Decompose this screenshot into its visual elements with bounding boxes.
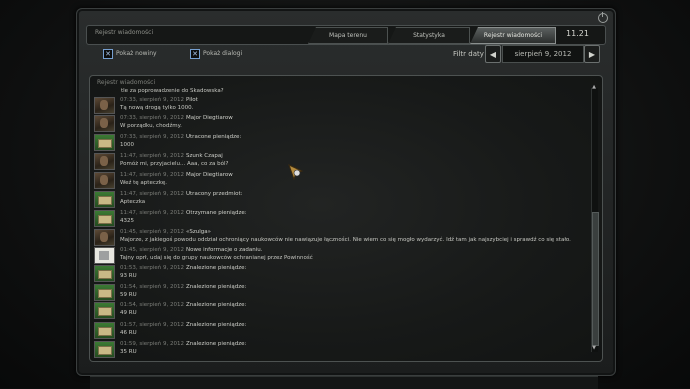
log-entry-sender: Znalezione pieniądze:	[186, 284, 247, 290]
log-entry-time: 11:47, sierpień 9, 2012	[120, 191, 185, 197]
log-entry-time: 01:54, sierpień 9, 2012	[120, 302, 185, 308]
character-portrait-icon	[94, 153, 115, 170]
log-entry-time: 07:33, sierpień 9, 2012	[120, 134, 185, 140]
show-dialogs-checkbox[interactable]: ✕	[190, 49, 200, 59]
log-entry-time: 01:59, sierpień 9, 2012	[120, 341, 185, 347]
log-entry-text: Tą nową drogą tylko 1000.	[120, 105, 194, 111]
log-entry-time: 11:47, sierpień 9, 2012	[120, 210, 185, 216]
money-icon	[94, 210, 115, 227]
log-entry-sender: Znalezione pieniądze:	[186, 322, 247, 328]
log-entry-text: 35 RU	[120, 349, 137, 355]
character-portrait-icon	[94, 172, 115, 189]
log-entry-sender: Nowe informacje o zadaniu.	[186, 247, 263, 253]
task-note-icon	[94, 247, 115, 264]
log-entry-text: 46 RU	[120, 330, 137, 336]
money-icon	[94, 284, 115, 301]
log-entry-time: 01:45, sierpień 9, 2012	[120, 247, 185, 253]
log-entry-time: 11:47, sierpień 9, 2012	[120, 153, 185, 159]
log-entry-text: W porządku, chodźmy.	[120, 123, 182, 129]
log-entry-sender: Major Diegtiarow	[186, 172, 233, 178]
log-entry-sender: Otrzymane pieniądze:	[186, 210, 247, 216]
scroll-up-icon[interactable]: ▲	[590, 84, 598, 90]
log-entry-sender: Major Diegtiarow	[186, 115, 233, 121]
mouse-cursor-icon	[288, 164, 304, 180]
character-portrait-icon	[94, 97, 115, 114]
log-entry-text: Weź tę apteczkę.	[120, 180, 168, 186]
money-icon	[94, 322, 115, 339]
log-entry-text: 49 RU	[120, 310, 137, 316]
money-icon	[94, 191, 115, 208]
log-entry-time: 01:53, sierpień 9, 2012	[120, 265, 185, 271]
log-entry-sender: Znalezione pieniądze:	[186, 341, 247, 347]
log-entry-time: 01:54, sierpień 9, 2012	[120, 284, 185, 290]
money-icon	[94, 302, 115, 319]
show-news-label: Pokaż nowiny	[116, 50, 157, 57]
date-value: sierpień 9, 2012	[502, 45, 584, 63]
log-entry-text: Pomóż mi, przyjacielu... Aaa, co za ból?	[120, 161, 229, 167]
window-title: Rejestr wiadomości	[95, 29, 154, 36]
clock: 11.21	[566, 29, 589, 38]
character-portrait-icon	[94, 229, 115, 246]
log-entry-text: 1000	[120, 142, 134, 148]
scrollbar-thumb[interactable]	[592, 212, 599, 346]
log-entry-time: 01:45, sierpień 9, 2012	[120, 229, 185, 235]
scroll-down-icon[interactable]: ▼	[590, 345, 598, 351]
log-entry-sender: Utracony przedmiot:	[186, 191, 243, 197]
bottom-bar	[90, 376, 598, 389]
log-entry-sender: Znalezione pieniądze:	[186, 302, 247, 308]
date-filter-label: Filtr daty	[453, 50, 484, 58]
log-entry-time: 07:33, sierpień 9, 2012	[120, 97, 185, 103]
money-icon	[94, 265, 115, 282]
log-entry-text: Majorze, z jakiegoś powodu oddział ochro…	[120, 237, 571, 243]
log-entry-sender: «Szulga»	[186, 229, 211, 235]
tab-message-log[interactable]: Rejestr wiadomości	[470, 27, 556, 44]
log-entry-text: Apteczka	[120, 199, 146, 205]
log-entry-sender: Pilot	[186, 97, 198, 103]
log-entry-sender: Utracone pieniądze:	[186, 134, 242, 140]
log-entry-text: 4325	[120, 218, 134, 224]
log-entry-time: 11:47, sierpień 9, 2012	[120, 172, 185, 178]
show-news-checkbox[interactable]: ✕	[103, 49, 113, 59]
character-portrait-icon	[94, 115, 115, 132]
log-entry-sender: Znalezione pieniądze:	[186, 265, 247, 271]
log-entry-text: Tajny oprł, udaj się do grupy naukowców …	[120, 255, 313, 261]
power-icon[interactable]	[598, 12, 608, 23]
money-icon	[94, 341, 115, 358]
log-entry-time: 07:33, sierpień 9, 2012	[120, 115, 185, 121]
money-icon	[94, 134, 115, 151]
date-next-button[interactable]: ▶	[584, 45, 600, 63]
log-entry-sender: Szunk Czapaj	[186, 153, 223, 159]
tab-map[interactable]: Mapa terenu	[308, 27, 388, 44]
log-entry-text: 59 RU	[120, 292, 137, 298]
log-panel-title: Rejestr wiadomości	[97, 79, 156, 86]
show-dialogs-label: Pokaż dialogi	[203, 50, 243, 57]
tab-statistics[interactable]: Statystyka	[388, 27, 470, 44]
log-entry-time: 01:57, sierpień 9, 2012	[120, 322, 185, 328]
log-entry-text: 93 RU	[120, 273, 137, 279]
log-top-line: tle za poprowadzenie do Skadowska?	[121, 88, 224, 94]
date-prev-button[interactable]: ◀	[485, 45, 501, 63]
